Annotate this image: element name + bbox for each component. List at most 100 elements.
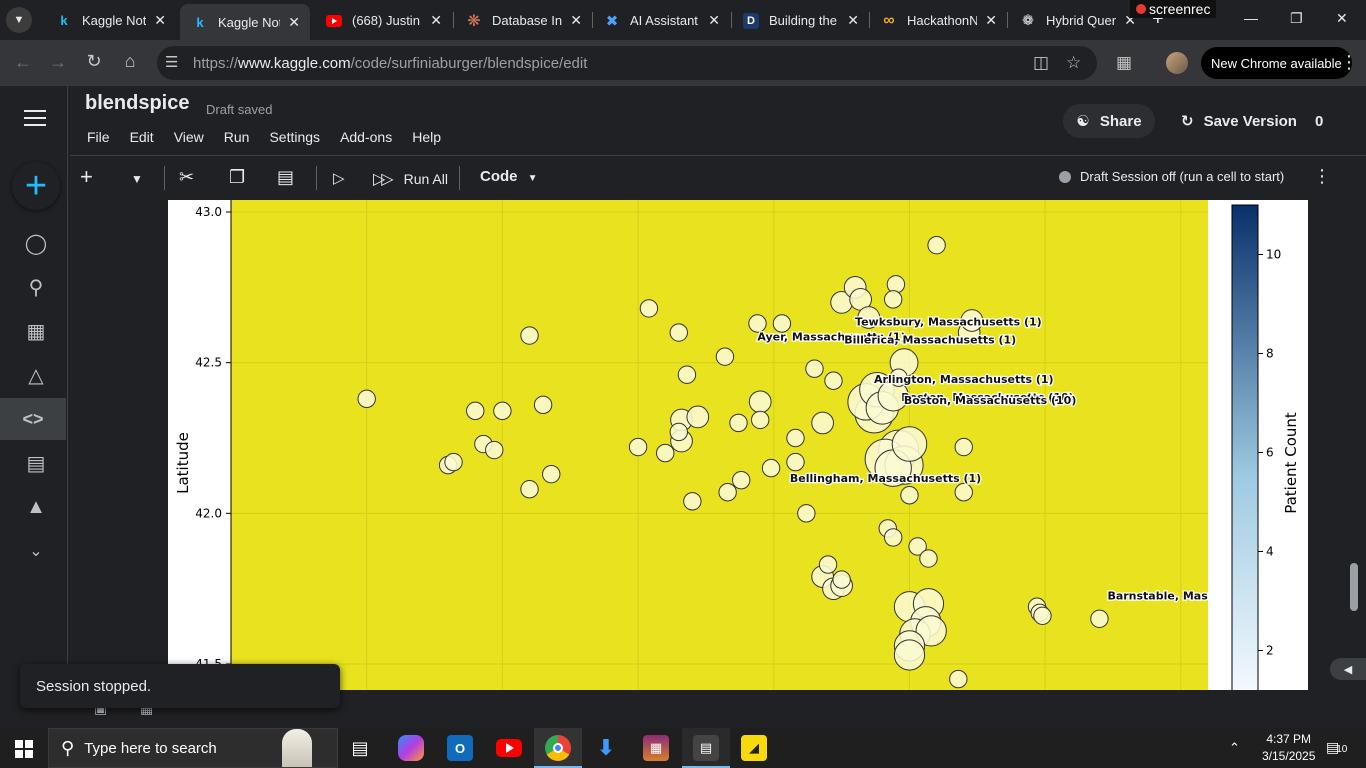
taskbar-clock[interactable]: 4:37 PM 3/15/2025	[1262, 731, 1315, 765]
close-icon[interactable]: ✕	[847, 12, 859, 29]
copy-icon[interactable]: ❐	[229, 167, 245, 188]
url-text[interactable]: https://www.kaggle.com/code/surfiniaburg…	[193, 55, 587, 72]
close-icon[interactable]: ✕	[708, 12, 720, 29]
cut-scissors-icon[interactable]: ✂	[179, 167, 194, 188]
tab-title: HackathonN	[907, 13, 978, 28]
browser-tab-5[interactable]: ✖ AI Assistant I ✕	[592, 6, 730, 35]
browser-tab-6[interactable]: D Building the ✕	[731, 6, 869, 35]
menu-edit[interactable]: Edit	[130, 129, 154, 145]
url-scheme: https://	[193, 55, 239, 72]
menu-help[interactable]: Help	[412, 129, 441, 145]
notebook-title[interactable]: blendspice	[85, 92, 189, 115]
profile-avatar[interactable]	[1166, 52, 1188, 74]
paste-clipboard-icon[interactable]: ▤	[277, 167, 294, 188]
browser-tab-7[interactable]: ∞ HackathonN ✕	[869, 6, 1007, 35]
trophy-competitions-icon[interactable]: ⚲	[22, 273, 50, 301]
datasets-table-icon[interactable]: ▦	[22, 317, 50, 345]
menu-run[interactable]: Run	[224, 129, 250, 145]
outlook-icon[interactable]: O	[447, 735, 473, 761]
browser-tab-1[interactable]: k Kaggle Note ✕	[44, 6, 176, 35]
share-button[interactable]: ☯ Share	[1063, 104, 1155, 138]
ai-assistant-icon: ✖	[605, 12, 619, 30]
minimize-icon[interactable]: —	[1244, 10, 1258, 26]
discussions-chat-icon[interactable]: ▤	[22, 449, 50, 477]
menu-add-ons[interactable]: Add-ons	[340, 129, 392, 145]
chevron-down-icon[interactable]: ⌄	[22, 537, 50, 565]
task-view-icon[interactable]: ▤	[347, 735, 373, 761]
save-version-button[interactable]: ↻ Save Version 0	[1167, 104, 1337, 138]
clapperboard-icon[interactable]: ▤	[693, 735, 719, 761]
clock-date: 3/15/2025	[1262, 749, 1316, 763]
menu-view[interactable]: View	[174, 129, 204, 145]
data-point	[954, 483, 973, 502]
run-all-button[interactable]: ▷▷ Run All	[373, 169, 448, 189]
compass-explore-icon[interactable]: ◯	[22, 229, 50, 257]
close-icon[interactable]: ✕	[570, 12, 582, 29]
home-icon[interactable]: ⌂	[119, 51, 141, 72]
data-point	[718, 483, 737, 502]
youtube-taskbar-icon[interactable]	[496, 735, 522, 761]
browser-tab-4[interactable]: ❋ Database Int ✕	[454, 6, 592, 35]
browser-tab-8[interactable]: ❁ Hybrid Quer ✕	[1008, 6, 1146, 35]
run-cell-play-icon[interactable]: ▷	[333, 169, 345, 187]
add-cell-plus-icon[interactable]: +	[80, 164, 93, 190]
bookmark-star-icon[interactable]: ☆	[1066, 53, 1081, 73]
collapse-panel-button[interactable]: ◀	[1330, 658, 1366, 680]
data-point	[715, 347, 735, 366]
data-point	[832, 570, 851, 589]
models-network-icon[interactable]: △	[22, 361, 50, 389]
chrome-icon[interactable]	[545, 735, 571, 761]
windows-start-icon[interactable]	[15, 740, 33, 758]
share-label: Share	[1099, 112, 1142, 130]
session-status[interactable]: Draft Session off (run a cell to start)	[1059, 169, 1284, 184]
more-options-icon[interactable]: ⋮	[1313, 166, 1331, 187]
copilot-icon[interactable]	[398, 735, 424, 761]
data-point	[686, 405, 710, 429]
tray-chevron-up-icon[interactable]: ⌃	[1229, 740, 1240, 756]
close-icon[interactable]: ✕	[288, 14, 300, 31]
tab-title: Kaggle Note	[218, 14, 280, 30]
code-nav-item-active[interactable]: <>	[0, 398, 66, 440]
forward-arrow-icon[interactable]: →	[47, 52, 69, 73]
extensions-icon[interactable]: ▦	[1116, 53, 1132, 73]
close-icon[interactable]: ✕	[154, 12, 166, 29]
caret-down-icon: ▼	[527, 173, 538, 184]
learn-cap-icon[interactable]: ▲	[22, 493, 50, 521]
chrome-menu-icon[interactable]: ⋮	[1340, 52, 1358, 73]
colorbar-tick-label: 4	[1266, 545, 1274, 559]
cell-type-select[interactable]: Code ▼	[480, 168, 538, 185]
create-plus-button[interactable]: +	[12, 162, 60, 210]
install-app-icon[interactable]: ◫	[1033, 53, 1049, 73]
tab-search-chevron-icon[interactable]: ▼	[6, 7, 32, 33]
site-info-icon[interactable]: ☰	[165, 53, 178, 71]
tab-title: Hybrid Quer	[1046, 13, 1117, 28]
new-chrome-available-button[interactable]: New Chrome available	[1201, 47, 1352, 79]
notification-count: 10	[1336, 744, 1348, 755]
kaggle-icon: k	[196, 14, 204, 30]
colorbar-tick-label: 8	[1266, 347, 1274, 361]
y-tick-label: 42.0	[195, 506, 222, 520]
data-point	[1033, 606, 1052, 625]
sticky-notes-icon[interactable]: ◢	[741, 735, 767, 761]
browser-tab-3[interactable]: (668) Justin B ✕	[314, 6, 452, 35]
hamburger-menu-icon[interactable]	[24, 110, 46, 131]
restore-icon[interactable]: ❐	[1290, 10, 1303, 27]
data-point	[485, 440, 504, 460]
download-arrow-icon[interactable]: ⬇	[593, 735, 619, 761]
notification-center-icon[interactable]: ▤10	[1326, 739, 1347, 756]
reload-icon[interactable]: ↻	[83, 51, 105, 72]
menu-settings[interactable]: Settings	[269, 129, 320, 145]
data-point	[786, 452, 805, 472]
colorbar	[1231, 204, 1259, 690]
close-icon[interactable]: ✕	[430, 12, 442, 29]
menu-file[interactable]: File	[87, 129, 110, 145]
back-arrow-icon[interactable]: ←	[12, 52, 34, 73]
data-point	[628, 437, 648, 457]
new-chrome-label: New Chrome available	[1211, 55, 1342, 71]
close-icon[interactable]: ✕	[985, 12, 997, 29]
output-scrollbar[interactable]	[1350, 563, 1358, 611]
browser-tab-2-active[interactable]: k Kaggle Note ✕	[180, 4, 310, 40]
winrar-icon[interactable]: ▦	[643, 735, 669, 761]
add-cell-dropdown-icon[interactable]: ▼	[131, 172, 143, 186]
close-window-icon[interactable]: ✕	[1336, 10, 1348, 27]
